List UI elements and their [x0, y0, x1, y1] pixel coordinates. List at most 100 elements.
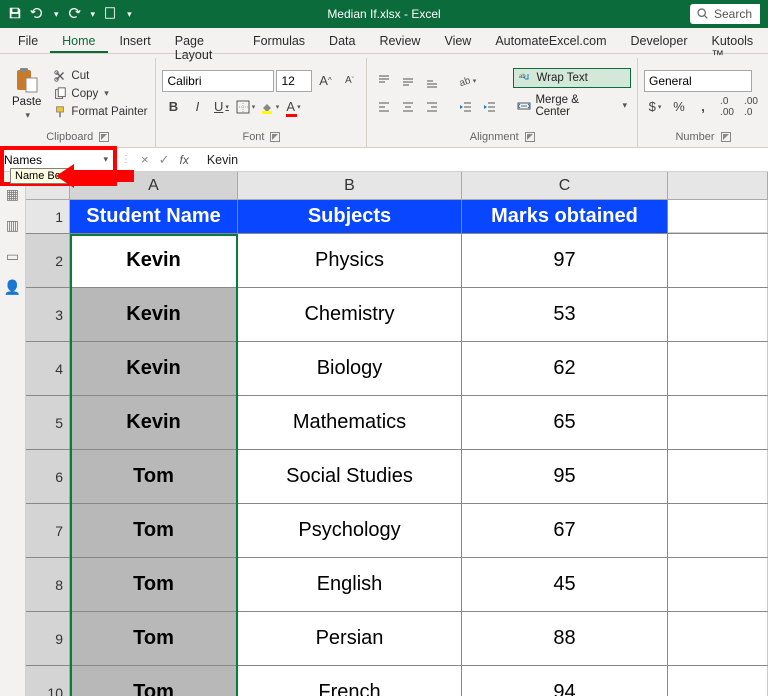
cell-blank[interactable] — [668, 396, 768, 449]
increase-decimal-icon[interactable]: .0.00 — [716, 96, 738, 118]
cell-marks[interactable]: 62 — [462, 342, 668, 395]
cell-student-name[interactable]: Tom — [70, 558, 238, 611]
header-marks[interactable]: Marks obtained — [462, 200, 668, 233]
font-size-select[interactable] — [276, 70, 312, 92]
percent-format-icon[interactable]: % — [668, 96, 690, 118]
side-doc-icon[interactable]: ▭ — [6, 248, 19, 265]
font-dialog-launcher[interactable] — [270, 132, 280, 142]
cell-blank[interactable] — [668, 200, 768, 233]
clipboard-dialog-launcher[interactable] — [99, 132, 109, 142]
paste-button[interactable]: Paste ▾ — [6, 62, 47, 125]
row-header[interactable]: 7 — [26, 504, 70, 557]
cell-blank[interactable] — [668, 612, 768, 665]
row-header[interactable]: 3 — [26, 288, 70, 341]
accounting-format-icon[interactable]: $ — [644, 96, 666, 118]
cell-marks[interactable]: 94 — [462, 666, 668, 696]
tab-page-layout[interactable]: Page Layout — [163, 28, 241, 53]
cell-marks[interactable]: 95 — [462, 450, 668, 503]
cell-student-name[interactable]: Kevin — [70, 396, 238, 449]
cell-subject[interactable]: Biology — [238, 342, 462, 395]
save-icon[interactable] — [8, 6, 22, 23]
formula-input[interactable]: Kevin — [195, 153, 238, 167]
decrease-font-icon[interactable]: Aˇ — [338, 70, 360, 92]
cell-blank[interactable] — [668, 342, 768, 395]
cell-blank[interactable] — [668, 450, 768, 503]
redo-icon[interactable] — [67, 6, 81, 23]
align-center-icon[interactable] — [397, 96, 419, 118]
undo-dropdown[interactable]: ▾ — [54, 9, 59, 20]
align-bottom-icon[interactable] — [421, 70, 443, 92]
side-range-icon[interactable]: ▥ — [6, 217, 19, 234]
bold-button[interactable]: B — [162, 96, 184, 118]
cell-marks[interactable]: 65 — [462, 396, 668, 449]
row-header[interactable]: 2 — [26, 234, 70, 287]
cell-subject[interactable]: French — [238, 666, 462, 696]
row-header-1[interactable]: 1 — [26, 200, 70, 233]
spreadsheet-grid[interactable]: A B C 1 Student Name Subjects Marks obta… — [26, 172, 768, 696]
tab-view[interactable]: View — [432, 28, 483, 53]
align-top-icon[interactable] — [373, 70, 395, 92]
font-name-select[interactable] — [162, 70, 274, 92]
cell-student-name[interactable]: Tom — [70, 450, 238, 503]
col-header-C[interactable]: C — [462, 172, 668, 199]
tab-review[interactable]: Review — [367, 28, 432, 53]
tab-automate-excel[interactable]: AutomateExcel.com — [483, 28, 618, 53]
format-painter-button[interactable]: Format Painter — [51, 104, 149, 120]
cell-marks[interactable]: 45 — [462, 558, 668, 611]
cell-blank[interactable] — [668, 666, 768, 696]
fx-icon[interactable]: fx — [180, 153, 189, 167]
tab-kutools[interactable]: Kutools ™ — [699, 28, 768, 53]
col-header-D[interactable] — [668, 172, 768, 199]
cell-marks[interactable]: 53 — [462, 288, 668, 341]
wrap-text-button[interactable]: abWrap Text — [513, 68, 631, 88]
underline-button[interactable]: U — [210, 96, 232, 118]
cut-button[interactable]: Cut — [51, 68, 149, 84]
tab-data[interactable]: Data — [317, 28, 367, 53]
header-student-name[interactable]: Student Name — [70, 200, 238, 233]
cell-student-name[interactable]: Kevin — [70, 288, 238, 341]
cell-student-name[interactable]: Tom — [70, 612, 238, 665]
borders-button[interactable] — [234, 96, 256, 118]
cell-blank[interactable] — [668, 558, 768, 611]
align-middle-icon[interactable] — [397, 70, 419, 92]
decrease-indent-icon[interactable] — [455, 96, 477, 118]
merge-center-button[interactable]: Merge & Center▾ — [513, 92, 631, 120]
col-header-B[interactable]: B — [238, 172, 462, 199]
row-header[interactable]: 4 — [26, 342, 70, 395]
cell-marks[interactable]: 67 — [462, 504, 668, 557]
copy-button[interactable]: Copy▾ — [51, 86, 149, 102]
tab-formulas[interactable]: Formulas — [241, 28, 317, 53]
search-box[interactable]: Search — [690, 4, 760, 24]
tab-file[interactable]: File — [6, 28, 50, 53]
increase-indent-icon[interactable] — [479, 96, 501, 118]
row-header[interactable]: 9 — [26, 612, 70, 665]
tab-home[interactable]: Home — [50, 28, 107, 53]
cell-subject[interactable]: Physics — [238, 234, 462, 287]
cell-student-name[interactable]: Kevin — [70, 234, 238, 287]
increase-font-icon[interactable]: A^ — [314, 70, 336, 92]
cell-subject[interactable]: Chemistry — [238, 288, 462, 341]
side-sheet-icon[interactable]: ▦ — [6, 186, 19, 203]
cell-student-name[interactable]: Tom — [70, 666, 238, 696]
cell-student-name[interactable]: Kevin — [70, 342, 238, 395]
align-right-icon[interactable] — [421, 96, 443, 118]
cell-subject[interactable]: Social Studies — [238, 450, 462, 503]
orientation-icon[interactable]: ab — [455, 70, 477, 92]
align-left-icon[interactable] — [373, 96, 395, 118]
cell-blank[interactable] — [668, 234, 768, 287]
cell-student-name[interactable]: Tom — [70, 504, 238, 557]
number-dialog-launcher[interactable] — [721, 132, 731, 142]
cell-blank[interactable] — [668, 288, 768, 341]
undo-icon[interactable] — [30, 6, 44, 23]
cell-marks[interactable]: 97 — [462, 234, 668, 287]
italic-button[interactable]: I — [186, 96, 208, 118]
redo-dropdown[interactable]: ▾ — [91, 9, 96, 20]
cell-subject[interactable]: Persian — [238, 612, 462, 665]
row-header[interactable]: 8 — [26, 558, 70, 611]
qat-file-icon[interactable] — [103, 6, 117, 23]
alignment-dialog-launcher[interactable] — [525, 132, 535, 142]
row-header[interactable]: 6 — [26, 450, 70, 503]
comma-format-icon[interactable]: , — [692, 96, 714, 118]
row-header[interactable]: 5 — [26, 396, 70, 449]
number-format-select[interactable] — [644, 70, 752, 92]
